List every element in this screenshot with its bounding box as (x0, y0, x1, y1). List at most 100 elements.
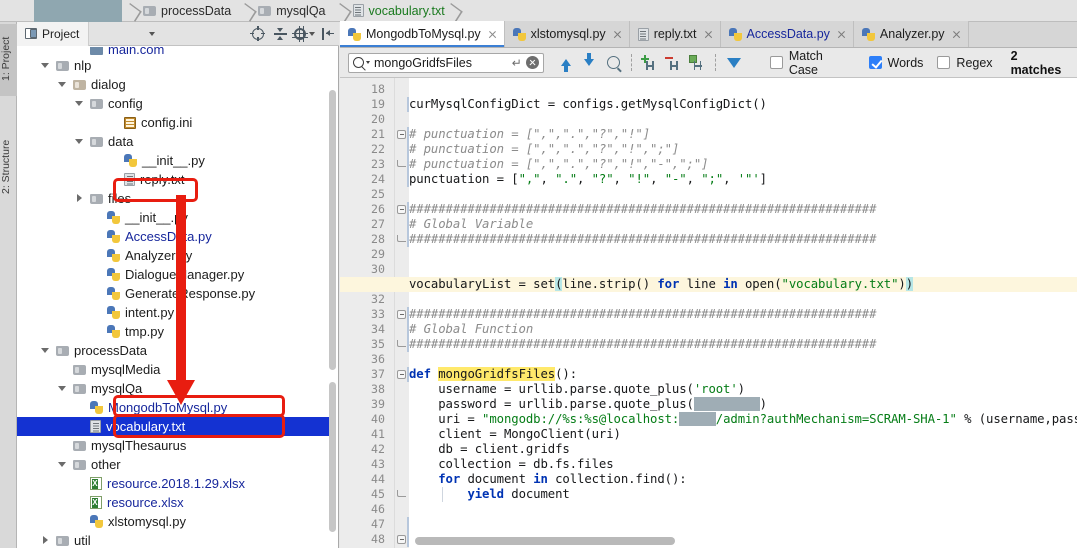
tree-item-mysqlmedia[interactable]: mysqlMedia (17, 360, 329, 379)
collapse-all-button[interactable] (269, 22, 291, 46)
fold-collapse-icon[interactable] (397, 130, 406, 139)
find-previous-button[interactable] (554, 51, 578, 75)
tree-item-main-com[interactable]: main.com (17, 47, 329, 56)
chevron-down-icon[interactable] (57, 79, 68, 90)
close-icon[interactable] (488, 30, 497, 39)
chevron-down-icon[interactable] (40, 60, 51, 71)
filter-button[interactable] (722, 51, 746, 75)
close-icon[interactable] (613, 30, 622, 39)
search-input[interactable]: mongoGridfsFiles ↵ (348, 52, 544, 73)
regex-checkbox[interactable] (937, 56, 951, 69)
tree-item-label: mysqlQa (91, 381, 143, 396)
add-occurrence-button[interactable] (638, 51, 662, 75)
breadcrumb-item-mysqlQa[interactable]: mysqlQa (237, 0, 331, 22)
editor-tab-analyzer-py[interactable]: Analyzer.py (853, 21, 969, 47)
fold-gutter[interactable] (395, 78, 409, 548)
tree-item-tmp-py[interactable]: tmp.py (17, 322, 329, 341)
chevron-down-icon[interactable] (57, 459, 68, 470)
close-icon[interactable] (525, 56, 539, 69)
project-scrollbar[interactable] (329, 90, 336, 370)
tree-item-config[interactable]: config (17, 94, 329, 113)
tree-item-config-ini[interactable]: config.ini (17, 113, 329, 132)
chevron-down-icon[interactable] (149, 31, 156, 36)
tree-item-reply-txt[interactable]: reply.txt (17, 170, 329, 189)
vertical-tab-structure[interactable]: 2: Structure (0, 126, 17, 210)
words-option[interactable]: Words (868, 55, 924, 70)
tree-item-label: files (108, 191, 132, 206)
search-history-chevron-icon[interactable] (366, 61, 370, 64)
tree-item-mongodbtomysql-py[interactable]: MongodbToMysql.py (17, 398, 329, 417)
words-label: Words (887, 55, 924, 70)
regex-option[interactable]: Regex (937, 56, 993, 70)
vertical-tab-project[interactable]: 1: Project (0, 24, 17, 96)
tree-item-intent-py[interactable]: intent.py (17, 303, 329, 322)
project-tab[interactable]: Project (17, 21, 90, 46)
code-body[interactable]: curMysqlConfigDict = configs.getMysqlCon… (409, 78, 1077, 548)
breadcrumb-item-processData[interactable]: processData (122, 0, 237, 22)
chevron-right-icon[interactable] (74, 193, 85, 204)
fold-end-icon[interactable] (397, 160, 406, 167)
tree-item-files[interactable]: files (17, 189, 329, 208)
tree-item--init-py[interactable]: __init__.py (17, 208, 329, 227)
project-tree[interactable]: main.com nlp dialog config config.ini data __i… (17, 47, 329, 548)
tree-item-accessdata-py[interactable]: AccessData.py (17, 227, 329, 246)
hide-panel-button[interactable] (317, 22, 339, 46)
editor-tab-reply-txt[interactable]: reply.txt (629, 21, 721, 47)
tree-item-processdata[interactable]: processData (17, 341, 329, 360)
select-all-occurrences-button[interactable] (685, 51, 709, 75)
tree-item-vocabulary-txt[interactable]: vocabulary.txt (17, 417, 329, 436)
folder-icon (143, 5, 156, 16)
fold-end-icon[interactable] (397, 490, 406, 497)
editor-tab-mongodbtomysql-py[interactable]: MongodbToMysql.py (340, 21, 505, 47)
close-icon[interactable] (952, 30, 961, 39)
chevron-down-icon[interactable] (74, 136, 85, 147)
chevron-down-icon[interactable] (40, 345, 51, 356)
tree-item-mysqlqa[interactable]: mysqlQa (17, 379, 329, 398)
chevron-down-icon[interactable] (57, 383, 68, 394)
editor-tab-label: MongodbToMysql.py (366, 27, 481, 41)
breadcrumb-item-vocabulary[interactable]: vocabulary.txt (332, 0, 470, 22)
words-checkbox[interactable] (868, 56, 882, 69)
tree-item-dialoguemanager-py[interactable]: DialogueManager.py (17, 265, 329, 284)
tree-item-analyzer-py[interactable]: Analyzer.py (17, 246, 329, 265)
folder-icon (73, 440, 86, 451)
tree-item-xlstomysql-py[interactable]: xlstomysql.py (17, 512, 329, 531)
tree-item-generateresponse-py[interactable]: GenerateResponse.py (17, 284, 329, 303)
filter-icon (726, 57, 741, 68)
tree-item-util[interactable]: util (17, 531, 329, 548)
match-case-option[interactable]: Match Case (769, 49, 855, 77)
find-next-button[interactable] (578, 51, 602, 75)
editor-tab-accessdata-py[interactable]: AccessData.py (720, 21, 854, 47)
tree-item-resource-2018-1-29-xlsx[interactable]: resource.2018.1.29.xlsx (17, 474, 329, 493)
fold-collapse-icon[interactable] (397, 205, 406, 214)
tree-item-mysqlthesaurus[interactable]: mysqlThesaurus (17, 436, 329, 455)
line-number: 20 (371, 112, 385, 126)
match-case-checkbox[interactable] (769, 56, 783, 69)
tree-item-data[interactable]: data (17, 132, 329, 151)
code-editor[interactable]: 1819202122232425262728293031323334353637… (340, 78, 1077, 548)
close-icon[interactable] (837, 30, 846, 39)
find-all-button[interactable] (601, 51, 625, 75)
horizontal-scrollbar[interactable] (415, 537, 675, 545)
tree-item--init-py[interactable]: __init__.py (17, 151, 329, 170)
settings-button[interactable] (291, 22, 317, 46)
editor-tab-xlstomysql-py[interactable]: xlstomysql.py (504, 21, 630, 47)
fold-collapse-icon[interactable] (397, 370, 406, 379)
tree-item-resource-xlsx[interactable]: resource.xlsx (17, 493, 329, 512)
tree-item-dialog[interactable]: dialog (17, 75, 329, 94)
remove-occurrence-button[interactable] (662, 51, 686, 75)
project-scrollbar-lower[interactable] (329, 382, 336, 532)
locate-file-button[interactable] (247, 22, 269, 46)
chevron-right-icon[interactable] (40, 535, 51, 546)
tree-item-other[interactable]: other (17, 455, 329, 474)
tree-item-nlp[interactable]: nlp (17, 56, 329, 75)
chevron-down-icon[interactable] (74, 98, 85, 109)
fold-end-icon[interactable] (397, 340, 406, 347)
fold-collapse-icon[interactable] (397, 310, 406, 319)
close-icon[interactable] (704, 30, 713, 39)
python-icon (90, 515, 103, 528)
fold-collapse-icon[interactable] (397, 535, 406, 544)
fold-end-icon[interactable] (397, 235, 406, 242)
